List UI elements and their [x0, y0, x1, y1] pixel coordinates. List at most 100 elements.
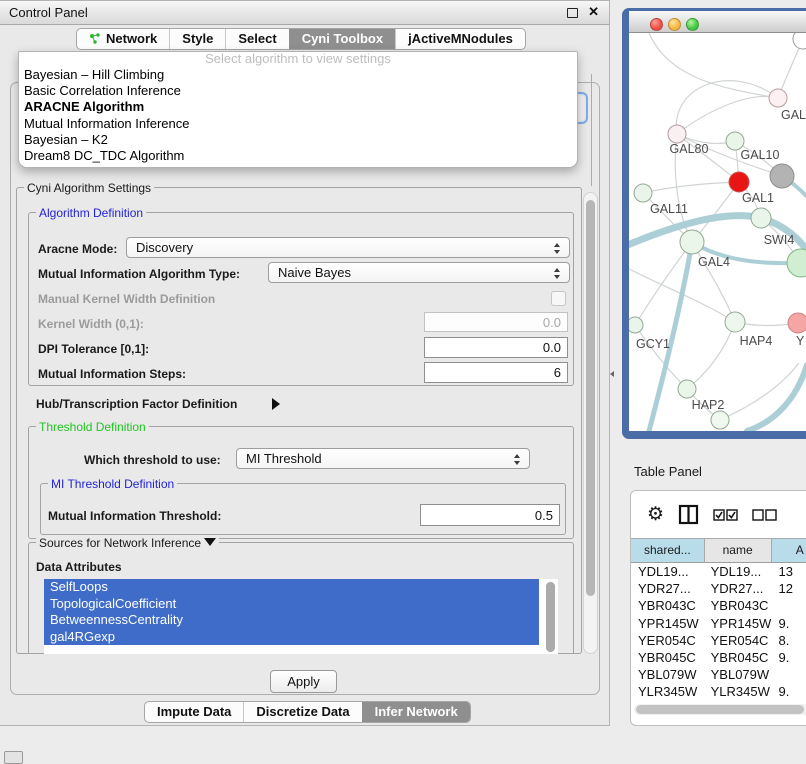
table-panel-widget: ⚙ shared...nameA YDL19...YDL19...13YDR27…	[630, 490, 806, 726]
table-horizontal-scrollbar-thumb[interactable]	[636, 705, 804, 714]
zoom-traffic-light[interactable]	[686, 18, 699, 31]
control-panel-title: Control Panel	[9, 1, 88, 24]
kernel-width-label: Kernel Width (0,1):	[38, 317, 144, 331]
algorithm-option[interactable]: Bayesian – Hill Climbing	[19, 67, 577, 83]
algorithm-option[interactable]: Mutual Information Inference	[19, 116, 577, 132]
table-horizontal-scrollbar[interactable]	[634, 704, 806, 715]
data-attribute-item[interactable]: SelfLoops	[44, 579, 539, 596]
tab-discretize-data[interactable]: Discretize Data	[243, 702, 361, 722]
algorithm-option[interactable]: ARACNE Algorithm	[19, 99, 577, 115]
node-label: HAP4	[740, 334, 773, 348]
network-node[interactable]	[678, 380, 696, 398]
panel-splitter-arrow[interactable]	[610, 371, 614, 377]
tab-label: Select	[238, 29, 276, 49]
network-node[interactable]	[770, 164, 794, 188]
select-all-checkboxes-icon[interactable]	[713, 509, 738, 521]
expand-arrow-icon[interactable]	[204, 538, 216, 546]
data-attribute-item[interactable]: gal4RGexp	[44, 629, 539, 646]
which-threshold-label: Which threshold to use:	[84, 453, 221, 467]
algorithm-option[interactable]: Basic Correlation Inference	[19, 83, 577, 99]
column-header[interactable]: name	[705, 539, 772, 562]
float-window-icon[interactable]	[567, 8, 578, 18]
table-row[interactable]: YER054CYER054C8.	[631, 632, 806, 649]
network-node[interactable]	[668, 125, 686, 143]
mi-algorithm-type-select[interactable]: Naive Bayes	[268, 262, 570, 283]
table-cell: YDR27...	[631, 580, 705, 597]
mi-threshold-input[interactable]	[420, 504, 560, 526]
mi-steps-input[interactable]	[424, 362, 568, 383]
tab-select[interactable]: Select	[225, 29, 288, 49]
which-threshold-select[interactable]: MI Threshold	[236, 448, 530, 469]
network-node[interactable]	[788, 313, 806, 333]
network-node[interactable]	[634, 184, 652, 202]
dpi-tolerance-input[interactable]	[424, 337, 568, 358]
tab-label: jActiveMNodules	[408, 29, 513, 49]
network-node[interactable]	[769, 89, 787, 107]
node-label: SWI4	[764, 233, 795, 247]
mi-type-label: Mutual Information Algorithm Type:	[38, 267, 240, 281]
hub-definition-label: Hub/Transcription Factor Definition	[36, 397, 237, 411]
settings-scrollbar[interactable]	[583, 192, 598, 654]
network-node[interactable]	[787, 249, 806, 277]
minimized-panel-icon[interactable]	[4, 751, 23, 764]
table-toolbar: ⚙	[631, 491, 806, 538]
deselect-all-checkboxes-icon[interactable]	[752, 509, 777, 521]
tab-cyni-toolbox[interactable]: Cyni Toolbox	[289, 29, 395, 49]
tab-label: Impute Data	[157, 702, 231, 722]
table-row[interactable]: YDL19...YDL19...13	[631, 563, 806, 580]
network-node[interactable]	[725, 312, 745, 332]
aracne-mode-label: Aracne Mode:	[38, 242, 117, 256]
network-node[interactable]	[629, 317, 643, 333]
collapse-arrow-icon[interactable]	[272, 396, 280, 414]
dpi-tolerance-label: DPI Tolerance [0,1]:	[38, 342, 149, 356]
tab-jactivemnodules[interactable]: jActiveMNodules	[395, 29, 525, 49]
table-cell: 9.	[772, 615, 806, 632]
network-node[interactable]	[751, 208, 771, 228]
column-header[interactable]: shared...	[631, 539, 705, 562]
node-label: Y	[796, 334, 805, 348]
network-node[interactable]	[793, 33, 806, 49]
network-canvas[interactable]: GALGAL80GAL10GAL11GAL1SWI4GAL4GCY1HAP4YH…	[629, 33, 806, 431]
manual-kernel-checkbox[interactable]	[551, 291, 566, 306]
attributes-scrollbar[interactable]	[546, 582, 555, 652]
close-traffic-light[interactable]	[650, 18, 663, 31]
tab-style[interactable]: Style	[169, 29, 225, 49]
control-panel-titlebar[interactable]: Control Panel ✕	[0, 1, 609, 25]
sources-title: Sources for Network Inference	[36, 536, 219, 550]
table-row[interactable]: YBR043CYBR043C	[631, 597, 806, 614]
table-row[interactable]: YBR045CYBR045C9.	[631, 649, 806, 666]
algorithm-option[interactable]: Bayesian – K2	[19, 132, 577, 148]
minimize-traffic-light[interactable]	[668, 18, 681, 31]
network-node[interactable]	[729, 172, 749, 192]
split-columns-icon[interactable]	[678, 504, 699, 525]
cyni-mode-tabbar: Impute Data Discretize Data Infer Networ…	[144, 701, 471, 723]
tab-label: Cyni Toolbox	[302, 29, 383, 49]
settings-scrollbar-thumb[interactable]	[586, 200, 595, 596]
table-row[interactable]: YIL052CYIL052C9	[631, 701, 806, 704]
tab-infer-network[interactable]: Infer Network	[362, 702, 470, 722]
table-cell: YBR045C	[631, 649, 705, 666]
apply-button[interactable]: Apply	[270, 670, 337, 693]
node-label: HAP2	[692, 398, 725, 412]
data-attributes-list[interactable]: SelfLoopsTopologicalCoefficientBetweenne…	[44, 579, 558, 654]
sources-title-text: Sources for Network Inference	[39, 536, 201, 550]
table-row[interactable]: YBL079WYBL079W	[631, 666, 806, 683]
gear-icon[interactable]: ⚙	[647, 503, 664, 526]
node-label: GAL	[781, 108, 806, 122]
table-row[interactable]: YLR345WYLR345W9.	[631, 683, 806, 700]
network-window-titlebar[interactable]	[629, 11, 806, 33]
data-attribute-item[interactable]: TopologicalCoefficient	[44, 596, 539, 613]
table-panel-title: Table Panel	[634, 464, 702, 479]
kernel-width-input[interactable]	[424, 312, 568, 332]
network-node[interactable]	[680, 230, 704, 254]
close-icon[interactable]: ✕	[588, 4, 599, 20]
tab-impute-data[interactable]: Impute Data	[145, 702, 243, 722]
aracne-mode-select[interactable]: Discovery	[126, 237, 570, 258]
algorithm-option[interactable]: Dream8 DC_TDC Algorithm	[19, 148, 577, 164]
network-node[interactable]	[711, 411, 729, 429]
tab-network[interactable]: Network	[77, 29, 169, 49]
table-row[interactable]: YPR145WYPR145W9.	[631, 615, 806, 632]
data-attribute-item[interactable]: BetweennessCentrality	[44, 612, 539, 629]
column-header[interactable]: A	[772, 539, 806, 562]
table-row[interactable]: YDR27...YDR27...12	[631, 580, 806, 597]
